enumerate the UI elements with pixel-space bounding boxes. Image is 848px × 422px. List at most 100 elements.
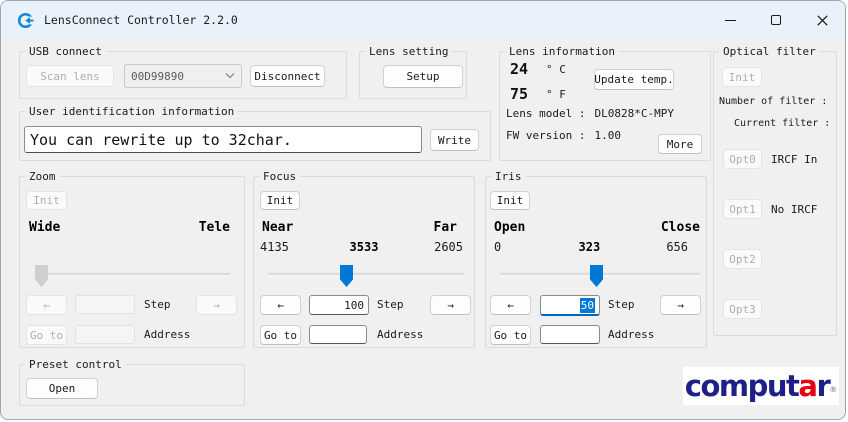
more-button[interactable]: More [658, 134, 702, 154]
minimize-button[interactable] [707, 1, 753, 39]
focus-min-value: 4135 [260, 240, 289, 254]
iris-min-value: 0 [494, 240, 501, 254]
scan-lens-button[interactable]: Scan lens [26, 65, 114, 87]
window-title: LensConnect Controller 2.2.0 [44, 13, 238, 27]
iris-address-field[interactable] [540, 325, 600, 344]
optical-filter-init-button[interactable]: Init [722, 67, 762, 87]
lens-setting-label: Lens setting [365, 44, 452, 59]
setup-button[interactable]: Setup [383, 65, 463, 88]
focus-address-field[interactable] [309, 325, 367, 344]
iris-step-left-button[interactable]: ← [490, 295, 531, 315]
lens-setting-group: Lens setting Setup [359, 51, 467, 99]
lens-information-label: Lens information [505, 44, 619, 59]
close-button[interactable] [799, 1, 845, 39]
logo-registered-mark: ® [829, 371, 837, 409]
zoom-tele-label: Tele [199, 220, 230, 235]
user-identification-group: User identification information Write [19, 111, 491, 161]
focus-current-value: 3533 [350, 240, 379, 254]
user-identification-input[interactable] [24, 126, 422, 153]
focus-step-field[interactable]: 100 [309, 295, 369, 315]
zoom-step-left-button[interactable]: ← [26, 295, 67, 315]
zoom-slider-thumb[interactable] [35, 265, 48, 287]
focus-slider-track[interactable] [268, 273, 464, 277]
iris-address-label: Address [608, 328, 654, 341]
zoom-wide-label: Wide [29, 220, 60, 235]
lens-model-row: Lens model : DL0828*C-MPY [506, 107, 674, 120]
zoom-group: Zoom Init Wide Tele ← Step → Go to Addre… [19, 176, 245, 348]
iris-close-label: Close [661, 220, 700, 235]
opt2-button[interactable]: Opt2 [723, 249, 762, 269]
iris-group: Iris Init Open Close 0 323 656 ← 50 Step… [485, 176, 707, 348]
current-filter-label: Current filter : [734, 118, 830, 129]
opt0-button[interactable]: Opt0 [723, 149, 762, 169]
iris-step-field[interactable]: 50 [540, 295, 600, 316]
opt3-button[interactable]: Opt3 [723, 299, 762, 319]
maximize-button[interactable] [753, 1, 799, 39]
iris-step-label: Step [608, 298, 635, 311]
temperature-fahrenheit-value: 75 [510, 85, 528, 103]
zoom-goto-button[interactable]: Go to [26, 325, 67, 345]
focus-address-label: Address [377, 328, 423, 341]
zoom-step-field[interactable] [75, 295, 135, 314]
app-icon [17, 12, 34, 29]
fahrenheit-unit: ° F [546, 88, 566, 101]
zoom-step-label: Step [144, 298, 171, 311]
focus-max-value: 2605 [434, 240, 463, 254]
iris-init-button[interactable]: Init [490, 191, 530, 210]
focus-init-button[interactable]: Init [260, 191, 300, 210]
zoom-address-field[interactable] [75, 325, 135, 344]
minimize-icon [725, 20, 736, 21]
fw-version-row: FW version : 1.00 [506, 129, 621, 142]
window-controls [707, 1, 845, 39]
iris-step-right-button[interactable]: → [660, 295, 701, 315]
lens-information-group: Lens information 24 ° C Update temp. 75 … [499, 51, 711, 161]
lens-device-dropdown[interactable]: 00D99890 [124, 64, 242, 88]
focus-label: Focus [259, 169, 300, 184]
focus-step-right-button[interactable]: → [430, 295, 471, 315]
iris-current-value: 323 [579, 240, 601, 254]
focus-near-label: Near [262, 220, 293, 235]
usb-connect-label: USB connect [25, 44, 106, 59]
iris-step-selected-text: 50 [580, 298, 595, 313]
iris-label: Iris [491, 169, 526, 184]
lens-model-label: Lens model : [506, 107, 585, 120]
close-icon [817, 15, 828, 26]
focus-far-label: Far [434, 220, 457, 235]
focus-step-label: Step [377, 298, 404, 311]
preset-control-label: Preset control [25, 357, 126, 372]
zoom-address-label: Address [144, 328, 190, 341]
maximize-icon [771, 15, 781, 25]
logo-text-right: r [816, 367, 829, 405]
logo-accent-letter: a [798, 367, 816, 405]
write-button[interactable]: Write [430, 129, 479, 151]
chevron-down-icon [225, 71, 235, 82]
celsius-unit: ° C [546, 63, 566, 76]
focus-group: Focus Init Near Far 4135 3533 2605 ← 100… [253, 176, 475, 348]
app-window: LensConnect Controller 2.2.0 USB connect… [0, 0, 846, 420]
focus-step-left-button[interactable]: ← [260, 295, 301, 315]
focus-goto-button[interactable]: Go to [260, 325, 301, 345]
zoom-slider-track[interactable] [34, 273, 230, 277]
preset-open-button[interactable]: Open [26, 378, 98, 399]
logo-text-left: comput [685, 367, 799, 405]
iris-goto-button[interactable]: Go to [490, 325, 531, 345]
usb-connect-group: USB connect Scan lens 00D99890 Disconnec… [19, 51, 347, 99]
optical-filter-group: Optical filter Init Number of filter : C… [713, 51, 837, 336]
temperature-celsius-value: 24 [510, 60, 528, 78]
focus-slider-thumb[interactable] [340, 265, 353, 287]
user-identification-label: User identification information [25, 104, 238, 119]
opt1-button[interactable]: Opt1 [723, 199, 762, 219]
zoom-step-right-button[interactable]: → [196, 295, 237, 315]
preset-control-group: Preset control Open [19, 364, 245, 406]
opt1-value: No IRCF [771, 203, 817, 216]
titlebar: LensConnect Controller 2.2.0 [1, 1, 845, 39]
fw-version-label: FW version : [506, 129, 585, 142]
opt0-value: IRCF In [771, 153, 817, 166]
lens-device-value: 00D99890 [131, 70, 184, 83]
disconnect-button[interactable]: Disconnect [250, 65, 325, 87]
fw-version-value: 1.00 [594, 129, 621, 142]
iris-slider-thumb[interactable] [590, 265, 603, 287]
zoom-init-button[interactable]: Init [26, 191, 67, 210]
update-temp-button[interactable]: Update temp. [594, 69, 674, 90]
lens-model-value: DL0828*C-MPY [594, 107, 673, 120]
